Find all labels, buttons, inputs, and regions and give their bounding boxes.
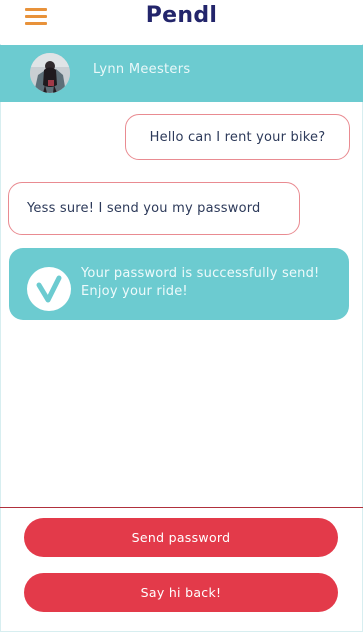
user-avatar[interactable] xyxy=(30,53,70,93)
success-notice: Your password is successfully send! Enjo… xyxy=(9,248,349,320)
message-outgoing: Hello can I rent your bike? xyxy=(125,114,350,160)
actions-divider xyxy=(0,507,363,508)
send-password-button[interactable]: Send password xyxy=(24,518,338,557)
message-text: Yess sure! I send you my password xyxy=(27,201,261,216)
notice-line-1: Your password is successfully send! xyxy=(81,266,320,281)
contact-name: Lynn Meesters xyxy=(93,62,191,77)
avatar-photo xyxy=(30,53,70,93)
say-hi-back-button[interactable]: Say hi back! xyxy=(24,573,338,612)
message-incoming: Yess sure! I send you my password xyxy=(8,182,300,235)
top-bar: Pendl xyxy=(0,0,363,44)
checkmark-icon xyxy=(27,267,71,311)
notice-line-2: Enjoy your ride! xyxy=(81,284,188,299)
message-text: Hello can I rent your bike? xyxy=(149,129,326,145)
chat-header: Lynn Meesters xyxy=(0,45,363,102)
app-logo: Pendl xyxy=(145,3,218,28)
